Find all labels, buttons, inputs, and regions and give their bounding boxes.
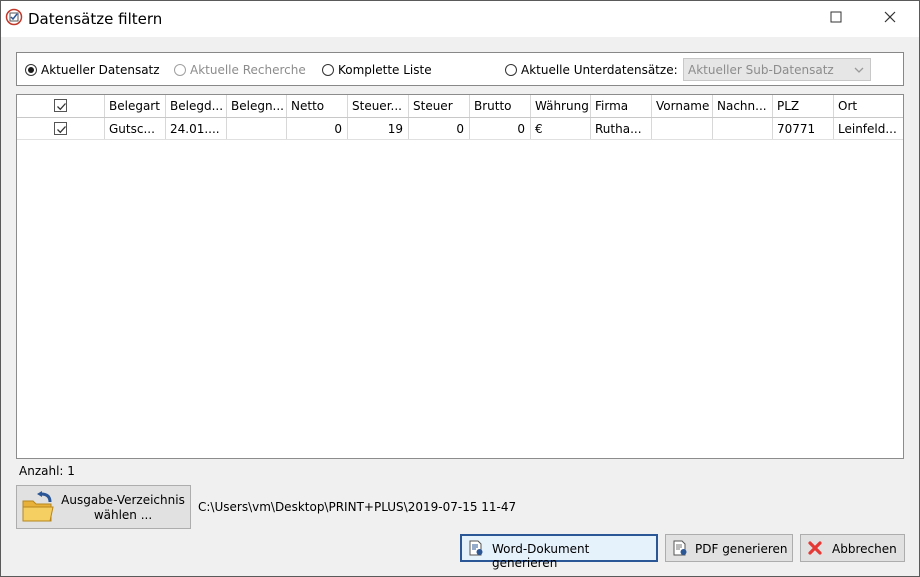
table-cell: Rutha... <box>591 118 652 139</box>
generate-pdf-button[interactable]: PDF generieren <box>665 534 793 562</box>
column-header[interactable]: Nachn... <box>713 95 773 117</box>
table-cell: 19 <box>348 118 409 139</box>
chevron-down-icon <box>853 64 865 76</box>
column-header[interactable]: Vorname <box>652 95 713 117</box>
records-grid[interactable]: Belegart Belegd... Belegn... Netto Steue… <box>16 94 904 459</box>
maximize-icon <box>830 11 842 26</box>
radio-komplette-liste[interactable]: Komplette Liste <box>322 62 432 78</box>
word-document-icon <box>468 540 484 556</box>
column-header[interactable]: Ort <box>834 95 903 117</box>
checkbox-checked-icon[interactable] <box>54 99 67 112</box>
cancel-x-icon <box>807 540 823 556</box>
pdf-button-label: PDF generieren <box>695 542 788 556</box>
checkbox-checked-icon[interactable] <box>54 122 67 135</box>
table-cell: 0 <box>409 118 470 139</box>
column-header[interactable]: Währung <box>531 95 591 117</box>
row-select-cell[interactable] <box>17 118 105 139</box>
radio-checked-icon <box>25 64 37 76</box>
table-cell <box>227 118 287 139</box>
grid-header: Belegart Belegd... Belegn... Netto Steue… <box>17 95 903 118</box>
column-header[interactable]: Netto <box>287 95 348 117</box>
table-cell: € <box>531 118 591 139</box>
pdf-document-icon <box>672 540 688 556</box>
column-header[interactable]: PLZ <box>773 95 834 117</box>
word-button-label: Word-Dokument generieren <box>492 542 590 570</box>
header-select-all[interactable] <box>17 95 105 117</box>
cancel-button[interactable]: Abbrechen <box>800 534 905 562</box>
table-cell <box>713 118 773 139</box>
column-header[interactable]: Belegn... <box>227 95 287 117</box>
radio-aktuelle-recherche[interactable]: Aktuelle Recherche <box>174 62 306 78</box>
column-header[interactable]: Firma <box>591 95 652 117</box>
column-header[interactable]: Belegart <box>105 95 166 117</box>
column-header[interactable]: Steuer <box>409 95 470 117</box>
close-icon <box>884 11 896 26</box>
folder-button-label-line2: wählen ... <box>93 508 153 522</box>
column-header[interactable]: Belegd... <box>166 95 227 117</box>
filter-options-group: Aktueller Datensatz Aktuelle Recherche K… <box>16 52 904 86</box>
column-header[interactable]: Brutto <box>470 95 531 117</box>
table-cell <box>652 118 713 139</box>
cancel-button-label: Abbrechen <box>832 542 897 556</box>
radio-label: Komplette Liste <box>338 63 432 77</box>
table-cell: 0 <box>470 118 531 139</box>
radio-unchecked-icon <box>505 64 517 76</box>
table-cell: Gutsc... <box>105 118 166 139</box>
table-cell: 0 <box>287 118 348 139</box>
app-icon <box>5 8 23 26</box>
radio-unchecked-icon <box>174 64 186 76</box>
choose-output-folder-button[interactable]: Ausgabe-Verzeichnis wählen ... <box>16 485 191 529</box>
table-row[interactable]: Gutsc... 24.01.... 0 19 0 0 € Rutha... 7… <box>17 118 903 140</box>
radio-label: Aktueller Datensatz <box>41 63 160 77</box>
title-bar: Datensätze filtern <box>1 1 919 37</box>
table-cell: 70771 <box>773 118 834 139</box>
table-cell: 24.01.... <box>166 118 227 139</box>
generate-word-button[interactable]: Word-Dokument generieren <box>460 534 658 570</box>
radio-aktuelle-unterdatensaetze[interactable]: Aktuelle Unterdatensätze: <box>505 62 678 78</box>
folder-button-label-line1: Ausgabe-Verzeichnis <box>61 493 185 507</box>
dialog-window: Datensätze filtern Aktueller Datensatz A… <box>0 0 920 577</box>
column-header[interactable]: Steuer... <box>348 95 409 117</box>
folder-icon <box>21 491 55 525</box>
select-value: Aktueller Sub-Datensatz <box>688 63 834 77</box>
radio-label: Aktuelle Unterdatensätze: <box>521 63 678 77</box>
sub-datensatz-select[interactable]: Aktueller Sub-Datensatz <box>683 58 871 81</box>
maximize-button[interactable] <box>813 1 859 35</box>
record-count: Anzahl: 1 <box>19 464 75 478</box>
output-path: C:\Users\vm\Desktop\PRINT+PLUS\2019-07-1… <box>198 500 517 514</box>
table-cell: Leinfeld... <box>838 122 897 136</box>
radio-aktueller-datensatz[interactable]: Aktueller Datensatz <box>25 62 160 78</box>
radio-unchecked-icon <box>322 64 334 76</box>
radio-label: Aktuelle Recherche <box>190 63 306 77</box>
close-button[interactable] <box>867 1 913 35</box>
window-title: Datensätze filtern <box>28 10 163 28</box>
